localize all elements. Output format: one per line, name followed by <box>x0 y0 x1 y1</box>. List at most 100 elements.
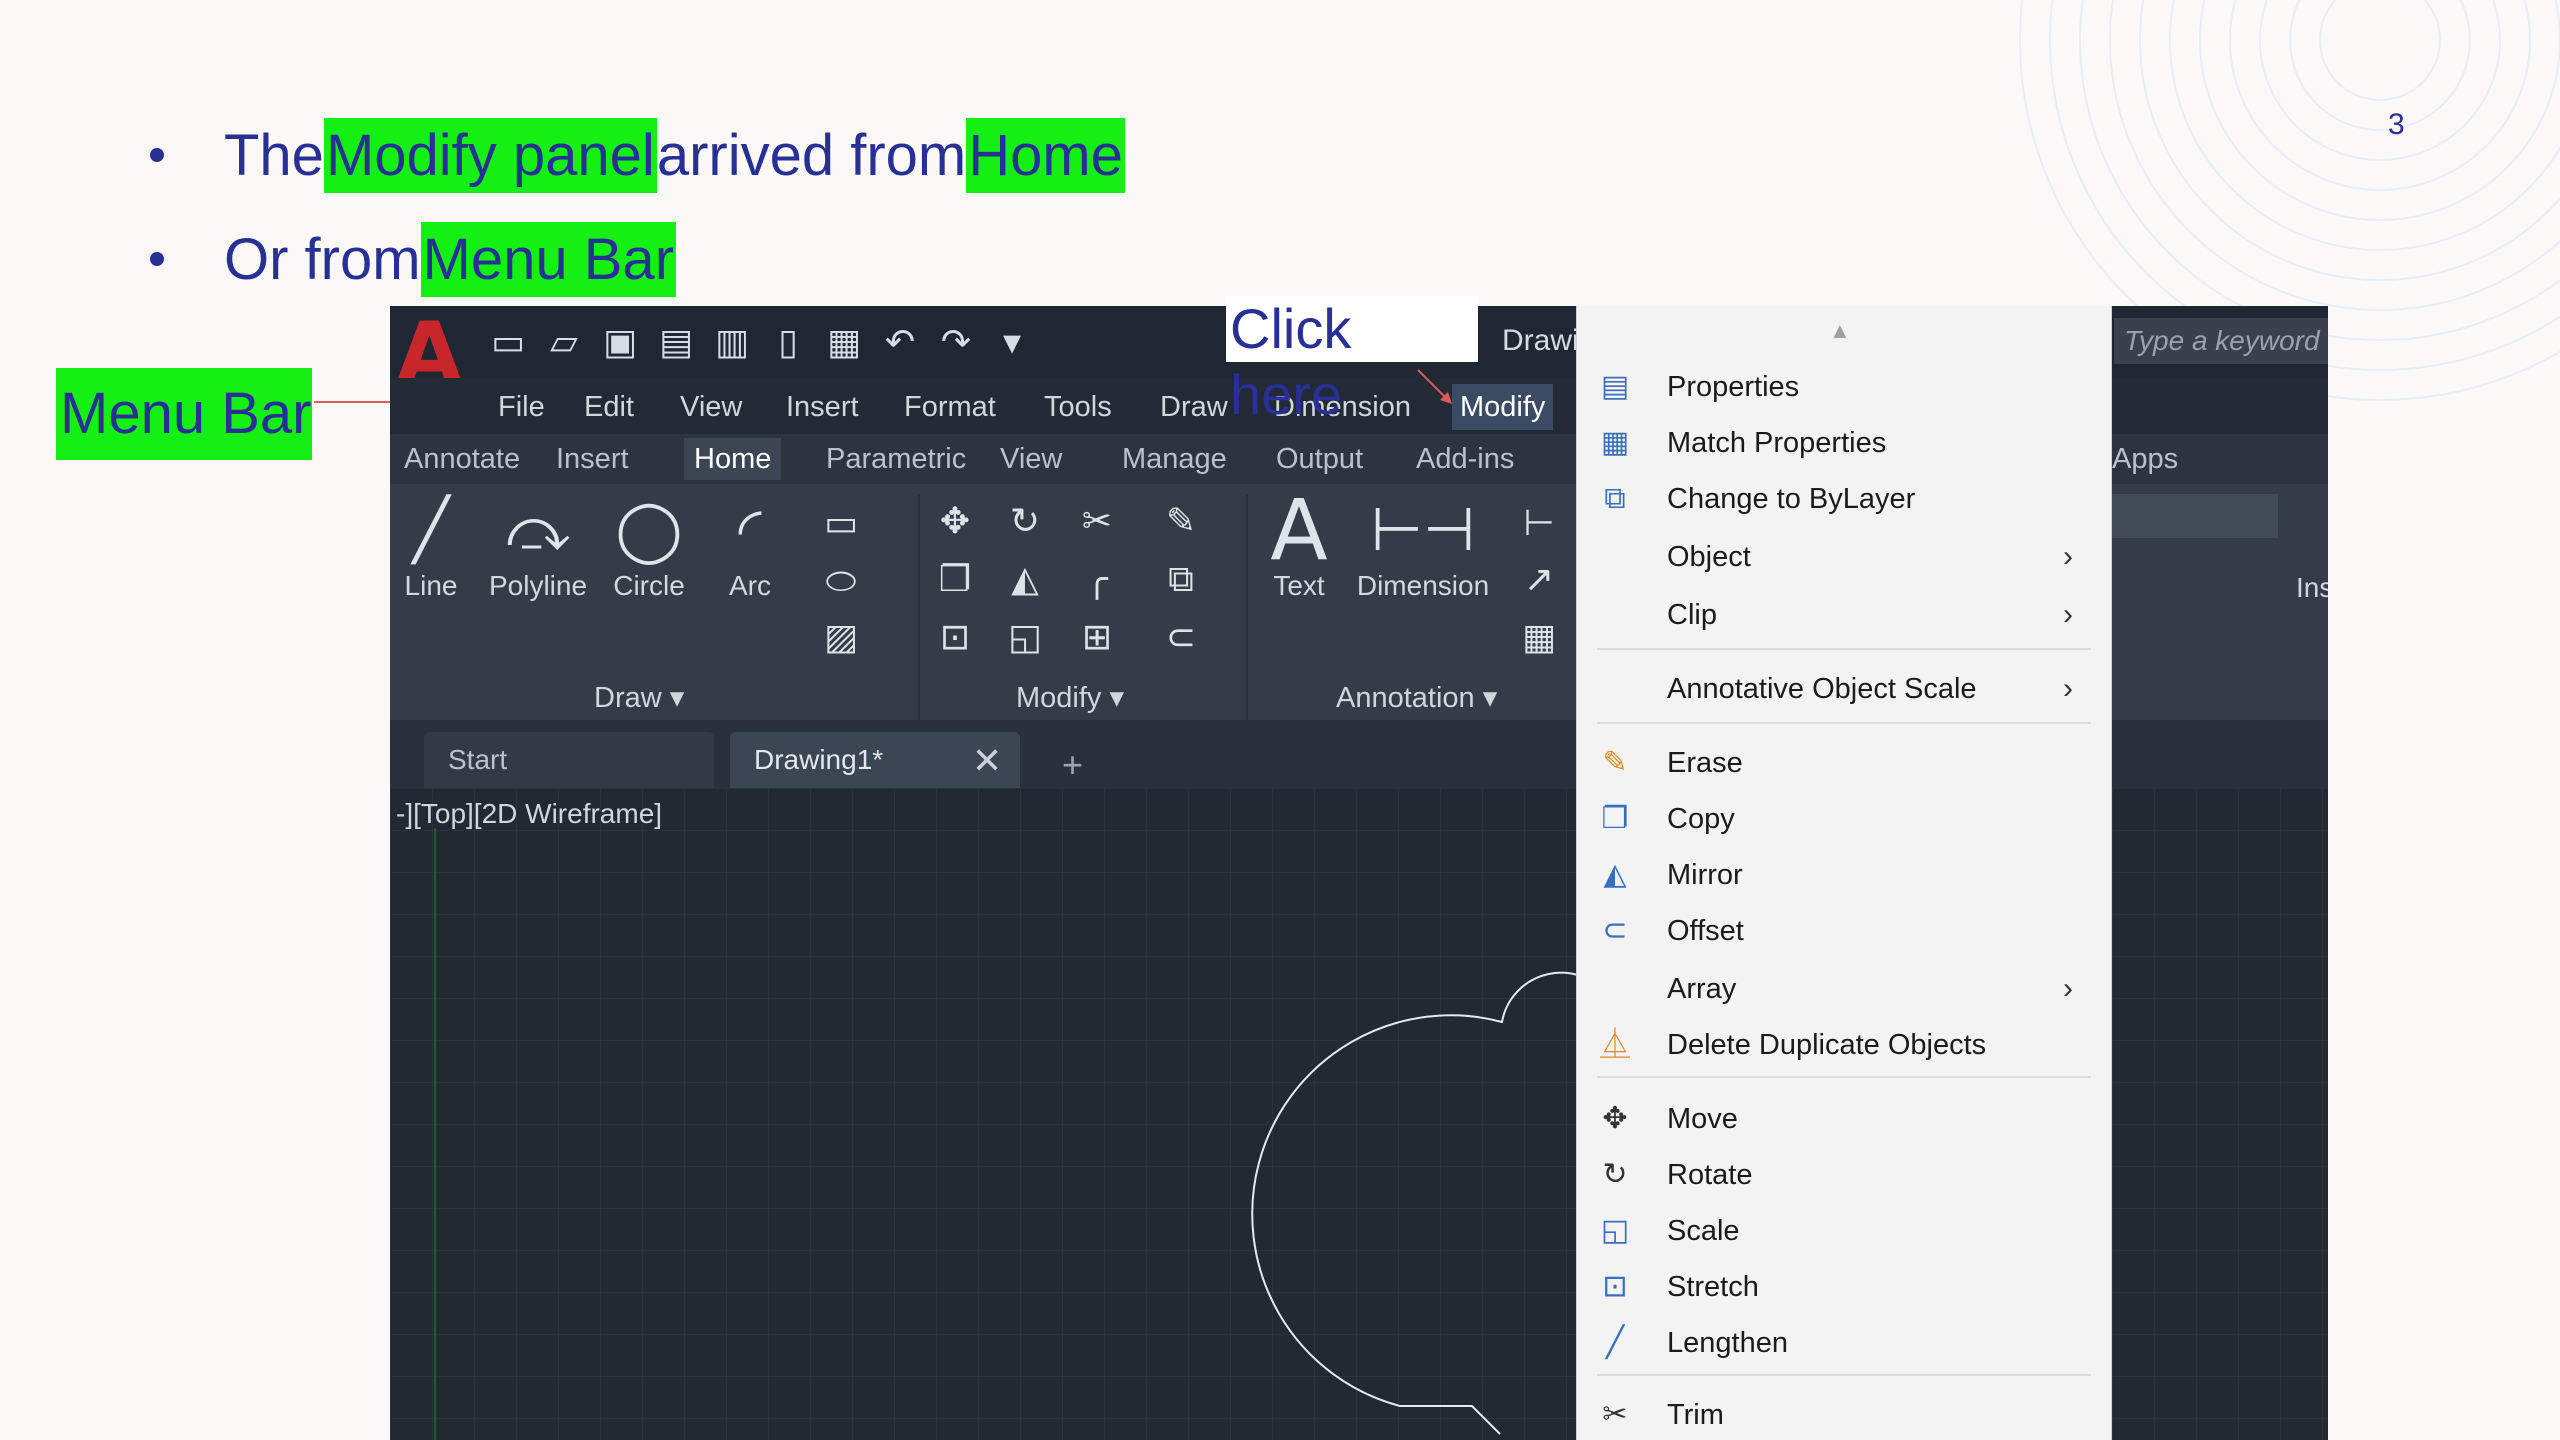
menu-item-properties[interactable]: ▤ Properties <box>1577 360 2111 414</box>
print-icon[interactable]: ▦ <box>822 318 866 366</box>
annotation-panel-label: Annotation <box>1336 682 1475 714</box>
new-file-icon[interactable]: ▭ <box>486 318 530 366</box>
menu-view[interactable]: View <box>672 384 750 430</box>
save-icon[interactable]: ▣ <box>598 318 642 366</box>
menu-item-copy[interactable]: ❐ Copy <box>1577 792 2111 846</box>
save-as-icon[interactable]: ▤ <box>654 318 698 366</box>
polyline-tool[interactable]: ⤼ Polyline <box>480 490 596 602</box>
plot-preview-icon[interactable]: ▥ <box>710 318 754 366</box>
menu-item-delete-duplicates[interactable]: ⏅ Delete Duplicate Objects <box>1577 1018 2111 1072</box>
submenu-arrow-icon: › <box>2063 972 2073 1005</box>
menu-item-offset[interactable]: ⊂ Offset <box>1577 904 2111 958</box>
menu-file[interactable]: File <box>490 384 553 430</box>
line-tool[interactable]: ╱ Line <box>396 490 466 602</box>
open-folder-icon[interactable]: ▱ <box>542 318 586 366</box>
tab-manage[interactable]: Manage <box>1112 438 1237 480</box>
publish-icon[interactable]: ▯ <box>766 318 810 366</box>
draw-panel-title[interactable]: Draw ▾ <box>594 680 684 715</box>
fillet-icon[interactable]: ╭ <box>1074 556 1120 602</box>
stretch-icon[interactable]: ⊡ <box>932 614 978 660</box>
copy-icon[interactable]: ❐ <box>932 556 978 602</box>
menu-draw[interactable]: Draw <box>1152 384 1236 430</box>
menu-separator <box>1597 648 2091 650</box>
draw-panel-label: Draw <box>594 682 662 714</box>
menu-item-object[interactable]: Object › <box>1577 530 2111 584</box>
menu-tools[interactable]: Tools <box>1036 384 1120 430</box>
menu-item-rotate[interactable]: ↻ Rotate <box>1577 1148 2111 1202</box>
add-tab-icon[interactable]: + <box>1062 744 1083 786</box>
rotate-icon[interactable]: ↻ <box>1002 498 1048 544</box>
tab-home[interactable]: Home <box>684 438 782 480</box>
ellipse-icon[interactable]: ⬭ <box>818 558 864 604</box>
close-tab-icon[interactable]: ✕ <box>972 740 1002 782</box>
menu-item-trim[interactable]: ✂ Trim <box>1577 1388 2111 1440</box>
insert-label[interactable]: Ins <box>2296 572 2328 604</box>
tab-start[interactable]: Start <box>424 732 714 788</box>
menu-item-match-properties[interactable]: ▦ Match Properties <box>1577 416 2111 470</box>
tab-view[interactable]: View <box>990 438 1072 480</box>
tab-annotate[interactable]: Annotate <box>394 438 530 480</box>
circle-tool[interactable]: ◯ Circle <box>606 490 692 602</box>
menu-item-lengthen[interactable]: ╱ Lengthen <box>1577 1316 2111 1370</box>
linear-dimension-icon[interactable]: ⊢ <box>1516 500 1562 546</box>
annotation-panel-title[interactable]: Annotation ▾ <box>1336 680 1497 715</box>
move-icon[interactable]: ✥ <box>932 498 978 544</box>
mirror-icon[interactable]: ◭ <box>1002 556 1048 602</box>
line-label: Line <box>404 570 458 601</box>
change-bylayer-icon: ⧉ <box>1604 482 1626 515</box>
drawn-shape <box>1251 971 1611 1435</box>
keyword-search-input[interactable]: Type a keyword o <box>2114 318 2328 364</box>
trim-icon[interactable]: ✂ <box>1074 498 1120 544</box>
erase-icon: ✎ <box>1602 746 1628 779</box>
leader-icon[interactable]: ↗ <box>1516 556 1562 602</box>
stretch-icon: ⊡ <box>1602 1270 1628 1303</box>
dimension-tool[interactable]: ⊢⊣ Dimension <box>1350 490 1496 602</box>
menu-item-move[interactable]: ✥ Move <box>1577 1092 2111 1146</box>
modify-panel-title[interactable]: Modify ▾ <box>1016 680 1124 715</box>
menu-item-mirror[interactable]: ◭ Mirror <box>1577 848 2111 902</box>
menu-item-change-bylayer[interactable]: ⧉ Change to ByLayer <box>1577 472 2111 526</box>
table-icon[interactable]: ▦ <box>1516 614 1562 660</box>
menu-modify[interactable]: Modify <box>1452 384 1554 430</box>
callout-menu-bar: Menu Bar <box>56 368 312 460</box>
tab-add-ins[interactable]: Add-ins <box>1406 438 1524 480</box>
menu-item-annotative-object-scale[interactable]: Annotative Object Scale › <box>1577 662 2111 716</box>
callout-click-here: Click here <box>1226 296 1478 426</box>
arc-tool[interactable]: ◜ Arc <box>710 490 790 602</box>
hatch-icon[interactable]: ▨ <box>818 614 864 660</box>
tab-parametric[interactable]: Parametric <box>816 438 976 480</box>
customize-qat-icon[interactable]: ▾ <box>990 318 1034 366</box>
scroll-up-icon[interactable]: ▲ <box>1829 318 1851 344</box>
scale-icon[interactable]: ◱ <box>1002 614 1048 660</box>
menu-item-erase[interactable]: ✎ Erase <box>1577 736 2111 790</box>
offset-icon: ⊂ <box>1602 914 1628 947</box>
explode-icon[interactable]: ⧉ <box>1158 556 1204 602</box>
menu-item-stretch[interactable]: ⊡ Stretch <box>1577 1260 2111 1314</box>
circle-label: Circle <box>613 570 685 601</box>
menu-format[interactable]: Format <box>896 384 1004 430</box>
menu-edit[interactable]: Edit <box>576 384 642 430</box>
scale-icon: ◱ <box>1600 1214 1630 1247</box>
menu-insert[interactable]: Insert <box>778 384 867 430</box>
tab-insert[interactable]: Insert <box>546 438 639 480</box>
rectangle-icon[interactable]: ▭ <box>818 500 864 546</box>
array-icon[interactable]: ⊞ <box>1074 614 1120 660</box>
text-label: Text <box>1273 570 1325 601</box>
text-tool[interactable]: A Text <box>1262 488 1336 602</box>
tab-output[interactable]: Output <box>1266 438 1373 480</box>
tab-apps[interactable]: Apps <box>2102 438 2188 480</box>
menu-item-scale[interactable]: ◱ Scale <box>1577 1204 2111 1258</box>
dimension-label: Dimension <box>1356 570 1490 601</box>
menu-item-array[interactable]: Array › <box>1577 962 2111 1016</box>
undo-icon[interactable]: ↶ <box>878 318 922 366</box>
erase-icon[interactable]: ✎ <box>1158 498 1204 544</box>
redo-icon[interactable]: ↷ <box>934 318 978 366</box>
modify-dropdown-menu: ▲ ▤ Properties ▦ Match Properties ⧉ Chan… <box>1576 306 2112 1440</box>
menu-item-clip[interactable]: Clip › <box>1577 588 2111 642</box>
circle-icon: ◯ <box>615 496 683 563</box>
bullet-dot <box>150 148 164 162</box>
submenu-arrow-icon: › <box>2063 672 2073 705</box>
offset-icon[interactable]: ⊂ <box>1158 614 1204 660</box>
bullet-item: Or from Menu Bar <box>150 214 1125 304</box>
layer-dropdown[interactable] <box>2112 494 2278 538</box>
